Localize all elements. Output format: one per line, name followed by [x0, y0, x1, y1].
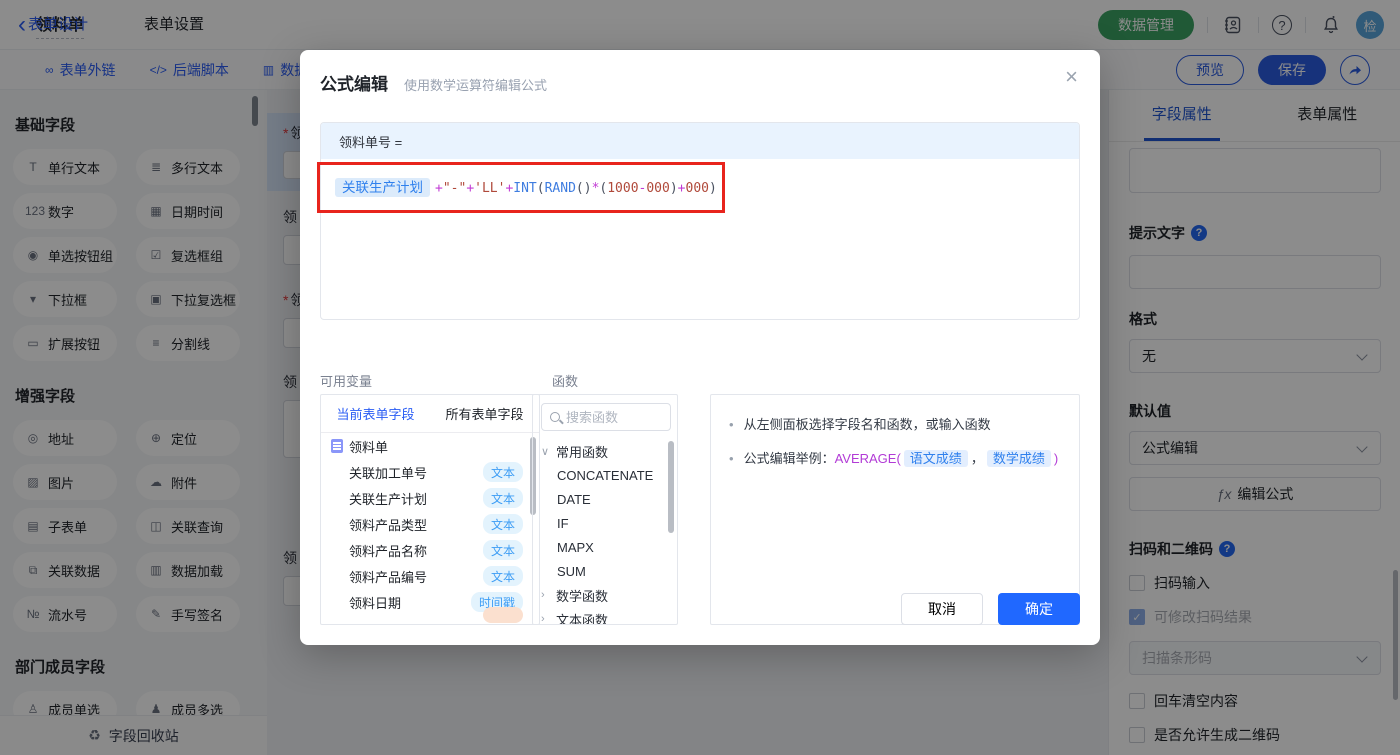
function-label: 数学函数	[556, 588, 609, 604]
variable-row[interactable]: 领料产品类型 文本	[321, 511, 539, 537]
example-field-chip: 数学成绩	[986, 449, 1051, 467]
example-text: ，	[970, 450, 984, 466]
formula-token: )	[669, 181, 678, 196]
variable-row[interactable]: 关联生产计划 文本	[321, 485, 539, 511]
functions-panel: ∨ 常用函数 CONCATENATE DATE IF MAPX SUM › 数学函数 › 文本函数	[532, 394, 678, 625]
variable-name: 关联生产计划	[349, 491, 428, 507]
variables-tabs: 当前表单字段 所有表单字段	[321, 395, 539, 433]
form-doc-icon	[331, 439, 343, 453]
cancel-button[interactable]: 取消	[901, 593, 983, 625]
example-text: )	[1053, 450, 1059, 466]
variable-name: 领料产品编号	[349, 569, 428, 585]
variable-row[interactable]: 领料产品编号 文本	[321, 563, 539, 589]
variables-root-row[interactable]: 领料单	[321, 433, 539, 459]
function-item[interactable]: CONCATENATE	[533, 463, 677, 487]
variable-type-badge: 文本	[482, 488, 523, 508]
function-item[interactable]: DATE	[533, 487, 677, 511]
formula-target: 领料单号 =	[321, 123, 1079, 159]
search-icon	[550, 412, 560, 422]
form-designer-app: ‹ 领料单 表单设计 表单设置 数据管理 ? 检 ∞表单外链</>后端脚本▥数据…	[0, 0, 1400, 755]
variables-panel: 当前表单字段 所有表单字段 领料单 关联加工单号 文本 关联生产计划 文本 领料产品类型…	[320, 394, 540, 625]
formula-token: )	[708, 181, 717, 196]
function-search-input[interactable]	[566, 409, 650, 425]
bullet: •	[729, 450, 734, 466]
chevron-right-icon: ›	[541, 589, 545, 601]
variables-label: 可用变量	[320, 374, 373, 389]
variable-type-badge: 文本	[482, 462, 523, 482]
formula-tokens: +"-"+'LL'+INT(RAND()*(1000-000)+000)	[435, 181, 717, 196]
help-tip: • 从左侧面板选择字段名和函数，或输入函数	[729, 415, 1061, 435]
variable-name: 领料产品类型	[349, 517, 428, 533]
variable-name: 关联加工单号	[349, 465, 428, 481]
tab-current-form-fields[interactable]: 当前表单字段	[336, 404, 414, 423]
example-field-chip: 语文成绩	[903, 449, 968, 467]
example-text: AVERAGE(	[834, 450, 901, 466]
formula-help-panel: • 从左侧面板选择字段名和函数，或输入函数 • 公式编辑举例：AVERAGE(语…	[710, 394, 1080, 625]
formula-token: +	[435, 181, 443, 196]
function-group[interactable]: ∨ 常用函数	[533, 439, 677, 463]
function-label: MAPX	[557, 539, 594, 555]
function-group[interactable]: › 文本函数	[533, 607, 677, 625]
formula-input-area[interactable]: 关联生产计划 +"-"+'LL'+INT(RAND()*(1000-000)+00…	[321, 159, 1079, 197]
function-label: SUM	[557, 563, 586, 579]
variable-type-badge: 文本	[482, 540, 523, 560]
modal-title: 公式编辑	[320, 75, 388, 94]
variable-name: 领料产品名称	[349, 543, 428, 559]
variable-row[interactable]: 领料产品名称 文本	[321, 537, 539, 563]
function-label: 文本函数	[556, 612, 609, 625]
variable-row[interactable]: 关联加工单号 文本	[321, 459, 539, 485]
formula-token: +	[466, 181, 475, 196]
modal-footer: 取消 确定	[901, 593, 1080, 625]
function-label: CONCATENATE	[557, 467, 654, 483]
function-label: 常用函数	[556, 444, 609, 460]
function-item[interactable]: MAPX	[533, 535, 677, 559]
functions-scrollbar[interactable]	[668, 441, 674, 533]
function-item[interactable]: SUM	[533, 559, 677, 583]
function-item[interactable]: IF	[533, 511, 677, 535]
variable-type-badge: 文本	[482, 566, 523, 586]
function-search[interactable]	[541, 403, 671, 431]
formula-token: (	[536, 181, 545, 196]
formula-edit-modal: 公式编辑 使用数学运算符编辑公式 × 领料单号 = 关联生产计划 +"-"+'LL…	[300, 50, 1100, 645]
variables-rows: 关联加工单号 文本 关联生产计划 文本 领料产品类型 文本 领料产品名称 文本 领料产品编号 文本…	[321, 459, 539, 623]
function-label: IF	[557, 515, 569, 531]
formula-token: 1000	[607, 181, 639, 196]
formula-token: ()	[575, 181, 592, 196]
confirm-button[interactable]: 确定	[998, 593, 1080, 625]
formula-token: 'LL'	[474, 181, 506, 196]
chevron-down-icon: ∨	[541, 445, 550, 458]
formula-token: "-"	[442, 181, 467, 196]
modal-subtitle: 使用数学运算符编辑公式	[404, 78, 548, 93]
bullet: •	[729, 417, 734, 432]
formula-token: +	[677, 181, 686, 196]
field-chip[interactable]: 关联生产计划	[335, 178, 430, 197]
variable-name: 领料日期	[349, 595, 402, 611]
function-group[interactable]: › 数学函数	[533, 583, 677, 607]
formula-token: INT	[513, 181, 537, 196]
formula-token: 000	[646, 181, 670, 196]
formula-editor: 领料单号 = 关联生产计划 +"-"+'LL'+INT(RAND()*(1000-…	[320, 122, 1080, 320]
formula-token: 000	[685, 181, 709, 196]
close-icon[interactable]: ×	[1065, 64, 1078, 90]
chevron-right-icon: ›	[541, 613, 545, 625]
variable-type-badge: 文本	[482, 514, 523, 534]
functions-label: 函数	[552, 374, 579, 389]
modal-header: 公式编辑 使用数学运算符编辑公式	[300, 50, 1100, 95]
variable-type-badge-partial	[483, 607, 523, 623]
function-label: DATE	[557, 491, 591, 507]
formula-token: RAND	[544, 181, 576, 196]
help-example: • 公式编辑举例：AVERAGE(语文成绩，数学成绩)	[729, 449, 1061, 469]
functions-rows: ∨ 常用函数 CONCATENATE DATE IF MAPX SUM › 数学函数 › 文本函数	[533, 439, 677, 625]
tab-all-form-fields[interactable]: 所有表单字段	[445, 404, 523, 423]
help-example-parts: AVERAGE(语文成绩，数学成绩)	[834, 449, 1059, 467]
